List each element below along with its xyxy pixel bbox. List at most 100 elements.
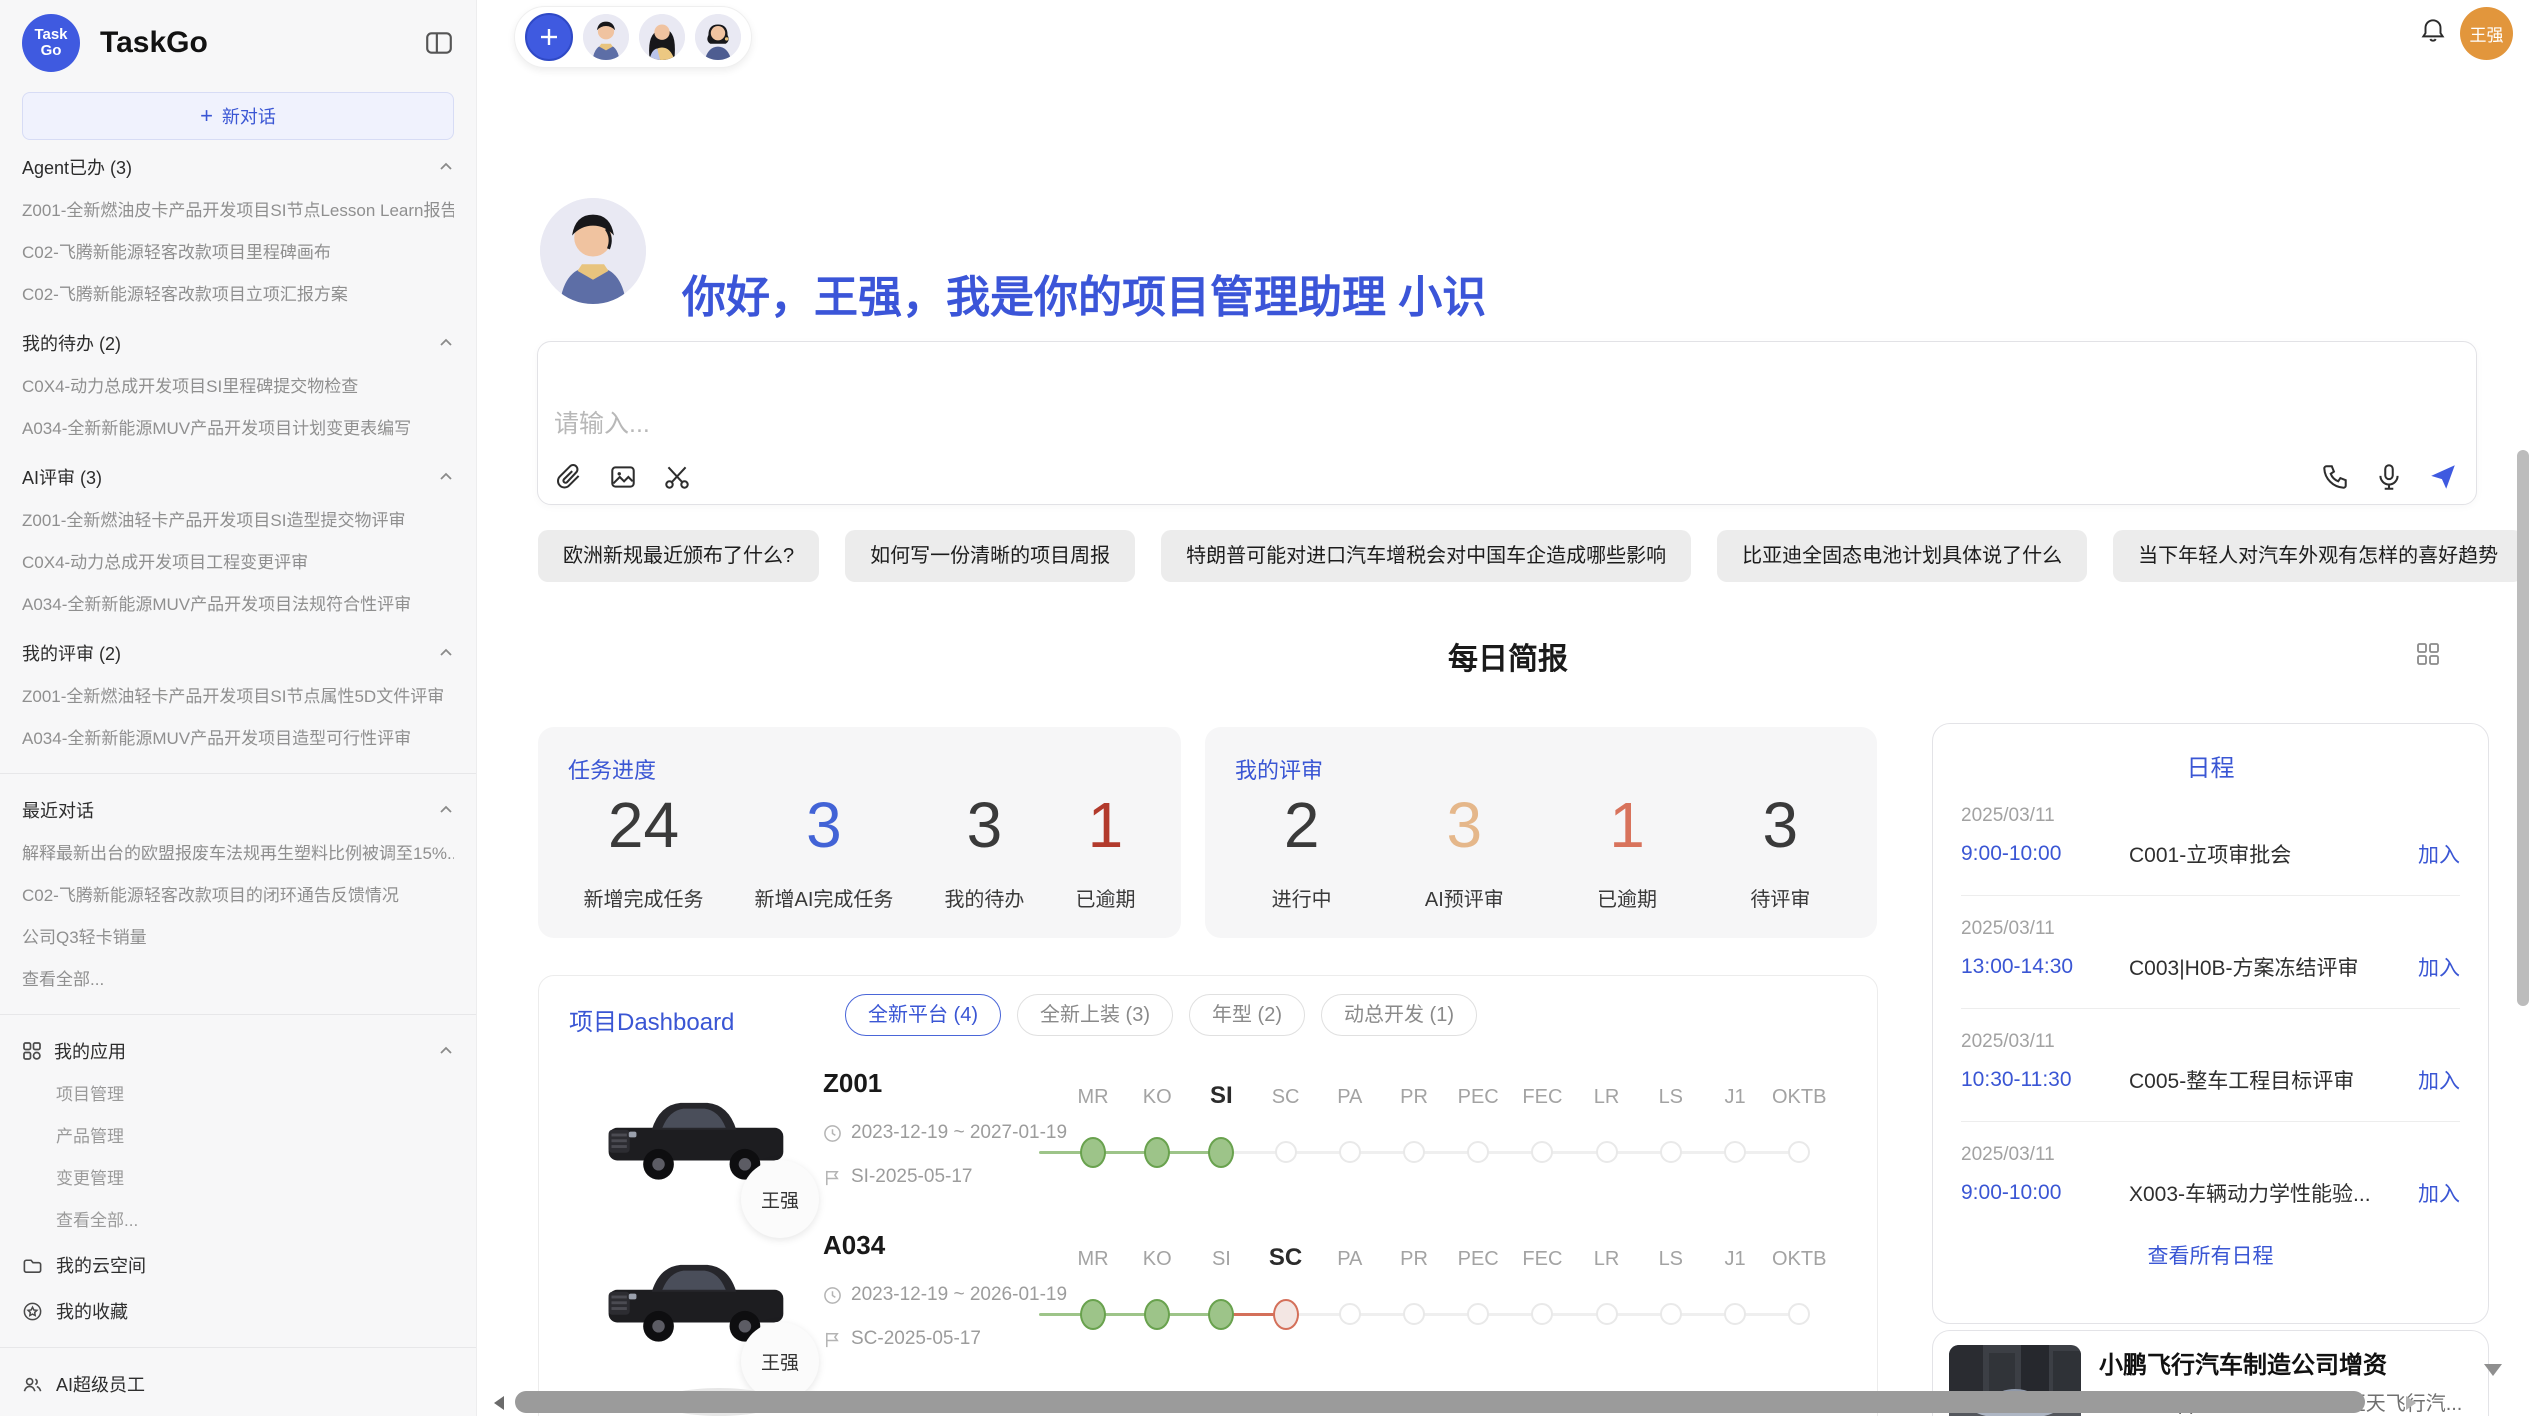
join-button[interactable]: 加入 (2418, 1178, 2460, 1208)
folder-icon (22, 1255, 43, 1276)
view-all-schedule-link[interactable]: 查看所有日程 (1961, 1240, 2460, 1270)
sidebar-list-item[interactable]: 解释最新出台的欧盟报废车法规再生塑料比例被调至15%... (22, 833, 454, 875)
milestone-node (1724, 1303, 1746, 1325)
sidebar-list-item[interactable]: C02-飞腾新能源轻客改款项目里程碑画布 (22, 232, 454, 274)
sidebar-list-item[interactable]: A034-全新新能源MUV产品开发项目计划变更表编写 (22, 408, 454, 450)
dashboard-tab[interactable]: 动总开发 (1) (1321, 994, 1477, 1036)
project-flag: SC-2025-05-17 (823, 1328, 981, 1350)
sidebar-app-item[interactable]: 产品管理 (22, 1116, 454, 1158)
milestone-node (1531, 1303, 1553, 1325)
sidebar-item-help-write[interactable]: 帮我写作 (22, 1407, 454, 1416)
suggestion-chip[interactable]: 比亚迪全固态电池计划具体说了什么 (1717, 530, 2087, 582)
sidebar-section-header[interactable]: 我的评审 (2) (22, 630, 454, 676)
sidebar-list-item[interactable]: C02-飞腾新能源轻客改款项目立项汇报方案 (22, 274, 454, 316)
attachment-icon[interactable] (554, 462, 584, 492)
join-button[interactable]: 加入 (2418, 952, 2460, 982)
send-icon[interactable] (2428, 462, 2458, 492)
screenshot-scissors-icon[interactable] (662, 462, 692, 492)
schedule-row: 9:00-10:00X003-车辆动力学性能验...加入 (1961, 1178, 2460, 1234)
microphone-icon[interactable] (2374, 462, 2404, 492)
stat-label: 待评审 (1750, 883, 1810, 912)
notification-bell-icon[interactable] (2418, 16, 2448, 46)
sidebar-list-item[interactable]: 公司Q3轻卡销量 (22, 917, 454, 959)
suggestion-chip[interactable]: 当下年轻人对汽车外观有怎样的喜好趋势 (2113, 530, 2523, 582)
stat-label: 我的待办 (944, 883, 1024, 912)
sidebar-app-item[interactable]: 查看全部... (22, 1200, 454, 1242)
chevron-up-icon[interactable] (438, 159, 454, 175)
sidebar-list-item[interactable]: C0X4-动力总成开发项目SI里程碑提交物检查 (22, 366, 454, 408)
sidebar-list-item[interactable]: C0X4-动力总成开发项目工程变更评审 (22, 542, 454, 584)
sidebar-sections: Agent已办 (3)Z001-全新燃油皮卡产品开发项目SI节点Lesson L… (22, 144, 454, 1001)
sidebar-app-item[interactable]: 项目管理 (22, 1074, 454, 1116)
agent-avatar-1[interactable] (583, 14, 629, 60)
project-owner-badge: 王强 (741, 1322, 819, 1400)
milestone-label: PR (1400, 1086, 1428, 1109)
new-chat-button[interactable]: + 新对话 (22, 92, 454, 140)
sidebar-app-item[interactable]: 变更管理 (22, 1158, 454, 1200)
sidebar-toggle-icon[interactable] (424, 28, 454, 58)
schedule-item: 2025/03/119:00-10:00X003-车辆动力学性能验...加入 (1961, 1121, 2460, 1234)
image-upload-icon[interactable] (608, 462, 638, 492)
project-dashboard-title: 项目Dashboard (569, 1002, 734, 1037)
project-dates-text: 2023-12-19 ~ 2027-01-19 (851, 1122, 1067, 1144)
vscroll-down-arrow[interactable] (2484, 1364, 2502, 1376)
clock-icon (823, 1124, 842, 1143)
sidebar-list-item[interactable]: A034-全新新能源MUV产品开发项目法规符合性评审 (22, 584, 454, 626)
stat-label: 新增AI完成任务 (755, 883, 894, 912)
hscroll-left-arrow[interactable] (494, 1396, 504, 1410)
milestone-label: PA (1337, 1248, 1362, 1271)
chevron-up-icon[interactable] (438, 645, 454, 661)
sidebar: Task Go TaskGo + 新对话 Agent已办 (3)Z001-全新燃… (0, 0, 477, 1416)
sidebar-item-my-apps[interactable]: 我的应用 (22, 1028, 454, 1074)
sidebar-section-header[interactable]: 我的待办 (2) (22, 320, 454, 366)
stat-value: 3 (755, 793, 894, 857)
hscroll-right-arrow[interactable] (2406, 1396, 2416, 1410)
sidebar-section-header[interactable]: AI评审 (3) (22, 454, 454, 500)
schedule-item: 2025/03/1110:30-11:30C005-整车工程目标评审加入 (1961, 1008, 2460, 1121)
sidebar-item-ai-super-staff[interactable]: AI超级员工 (22, 1361, 454, 1407)
suggestion-chip[interactable]: 特朗普可能对进口汽车增税会对中国车企造成哪些影响 (1161, 530, 1691, 582)
schedule-event-title: C001-立项审批会 (2129, 839, 2418, 869)
agent-avatar-3[interactable] (695, 14, 741, 60)
sidebar-section-header[interactable]: Agent已办 (3) (22, 144, 454, 190)
my-review-card: 我的评审 2进行中3AI预评审1已逾期3待评审 (1205, 727, 1877, 938)
dashboard-tab[interactable]: 全新平台 (4) (845, 994, 1001, 1036)
agent-avatar-2[interactable] (639, 14, 685, 60)
sidebar-list-item[interactable]: Z001-全新燃油轻卡产品开发项目SI造型提交物评审 (22, 500, 454, 542)
sidebar-section-header[interactable]: 最近对话 (22, 787, 454, 833)
sidebar-item-cloud-space[interactable]: 我的云空间 (22, 1242, 454, 1288)
milestone-node (1144, 1299, 1170, 1330)
suggestion-chip[interactable]: 如何写一份清晰的项目周报 (845, 530, 1135, 582)
voice-call-icon[interactable] (2320, 462, 2350, 492)
milestone-label: OKTB (1772, 1248, 1826, 1271)
dashboard-tab[interactable]: 全新上装 (3) (1017, 994, 1173, 1036)
sidebar-list-item[interactable]: A034-全新新能源MUV产品开发项目造型可行性评审 (22, 718, 454, 760)
dashboard-tab[interactable]: 年型 (2) (1189, 994, 1305, 1036)
join-button[interactable]: 加入 (2418, 1065, 2460, 1095)
chevron-up-icon[interactable] (438, 802, 454, 818)
greeting-text: 你好，王强，我是你的项目管理助理 小识 (682, 261, 1486, 325)
user-avatar[interactable]: 王强 (2460, 7, 2513, 60)
sidebar-list-item[interactable]: 查看全部... (22, 959, 454, 1001)
chevron-up-icon[interactable] (438, 335, 454, 351)
milestone-label: MR (1077, 1086, 1108, 1109)
chevron-up-icon[interactable] (438, 469, 454, 485)
layout-grid-icon[interactable] (2414, 640, 2442, 668)
ai-super-staff-label: AI超级员工 (56, 1371, 145, 1397)
vertical-scrollbar[interactable] (2517, 450, 2529, 1006)
stat: 3我的待办 (944, 793, 1024, 912)
sidebar-list-item[interactable]: C02-飞腾新能源轻客改款项目的闭环通告反馈情况 (22, 875, 454, 917)
suggestion-chip[interactable]: 欧洲新规最近颁布了什么? (538, 530, 819, 582)
sidebar-item-favorites[interactable]: 我的收藏 (22, 1288, 454, 1334)
sidebar-list-item[interactable]: Z001-全新燃油皮卡产品开发项目SI节点Lesson Learn报告 (22, 190, 454, 232)
schedule-item: 2025/03/1113:00-14:30C003|H0B-方案冻结评审加入 (1961, 895, 2460, 1008)
join-button[interactable]: 加入 (2418, 839, 2460, 869)
stat-value: 1 (1597, 793, 1657, 857)
sidebar-list-item[interactable]: Z001-全新燃油轻卡产品开发项目SI节点属性5D文件评审 (22, 676, 454, 718)
divider (0, 773, 476, 774)
chevron-up-icon[interactable] (438, 1043, 454, 1059)
milestone-node (1596, 1141, 1618, 1163)
horizontal-scrollbar[interactable] (515, 1391, 2365, 1413)
add-agent-button[interactable] (525, 13, 573, 61)
chat-composer[interactable]: 请输入... (537, 341, 2477, 505)
